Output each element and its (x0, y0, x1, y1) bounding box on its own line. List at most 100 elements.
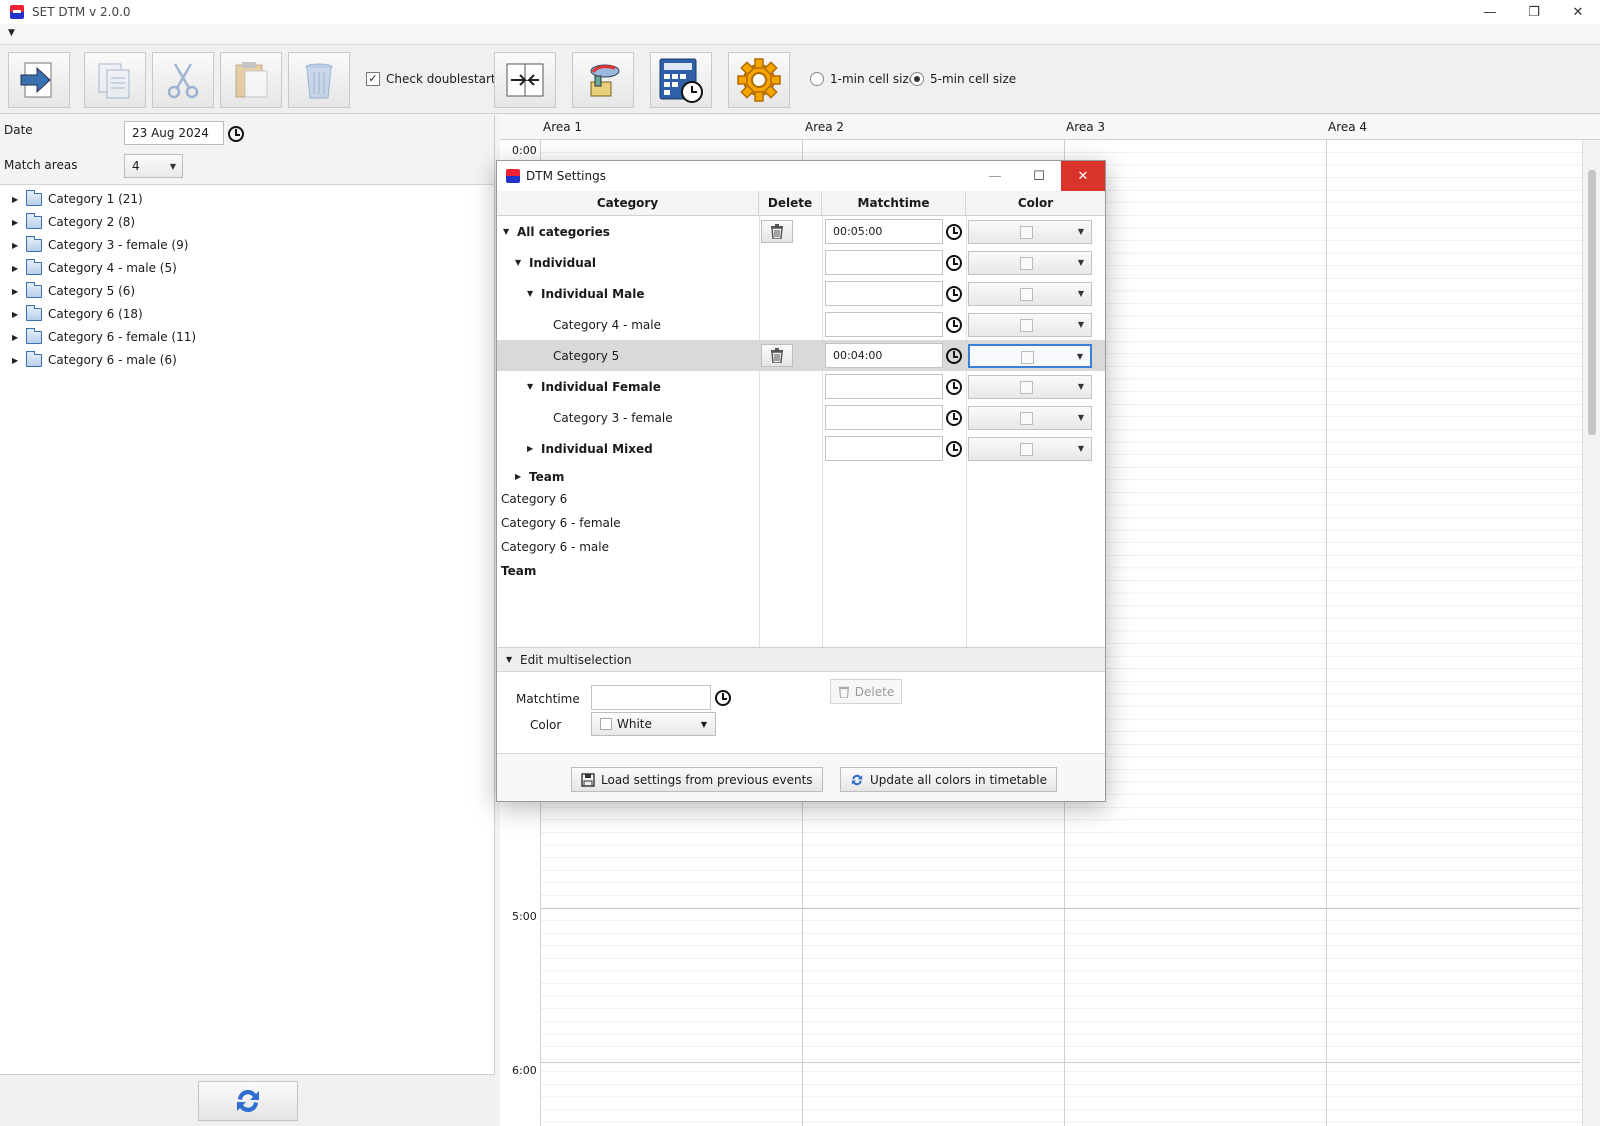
match-areas-select[interactable]: 4 ▼ (124, 154, 183, 178)
clock-icon[interactable] (946, 379, 962, 395)
matchtime-input[interactable] (825, 281, 943, 306)
column-header-matchtime[interactable]: Matchtime (822, 191, 966, 216)
dialog-minimize-button[interactable]: — (973, 161, 1017, 191)
list-item[interactable]: Team (501, 564, 536, 578)
table-row[interactable]: Category 4 - male ▼ (497, 309, 1105, 340)
clock-icon[interactable] (946, 441, 962, 457)
date-clock-icon[interactable] (228, 126, 244, 142)
matchtime-input[interactable] (825, 250, 943, 275)
color-select[interactable]: ▼ (968, 251, 1092, 275)
copy-button[interactable] (84, 52, 146, 108)
date-field[interactable]: 23 Aug 2024 (124, 121, 224, 145)
collapse-arrow-icon[interactable]: ▼ (503, 227, 511, 236)
multiselection-delete-button[interactable]: Delete (830, 679, 902, 704)
expand-arrow-icon[interactable]: ▶ (12, 195, 20, 204)
expand-arrow-icon[interactable]: ▶ (12, 356, 20, 365)
expand-arrow-icon[interactable]: ▶ (12, 287, 20, 296)
check-doublestarts-toggle[interactable]: ✓ Check doublestarts (366, 72, 502, 86)
clock-icon[interactable] (946, 255, 962, 271)
expand-arrow-icon[interactable]: ▶ (12, 310, 20, 319)
list-item[interactable]: Category 6 - male (501, 540, 609, 554)
row-delete-button[interactable] (761, 220, 793, 243)
table-row[interactable]: Category 3 - female ▼ (497, 402, 1105, 433)
close-button[interactable]: ✕ (1556, 0, 1600, 24)
list-item[interactable]: Category 6 - female (501, 516, 621, 530)
settings-dtm-button[interactable] (572, 52, 634, 108)
multiselection-color-select[interactable]: White ▼ (591, 712, 716, 736)
restore-button[interactable]: ❐ (1512, 0, 1556, 24)
table-row[interactable]: ▶ Team (497, 464, 1105, 484)
color-select[interactable]: ▼ (968, 375, 1092, 399)
expand-arrow-icon[interactable]: ▶ (515, 472, 523, 481)
collapse-arrow-icon[interactable]: ▼ (527, 382, 535, 391)
list-item[interactable]: Category 6 (501, 492, 567, 506)
column-header-color[interactable]: Color (966, 191, 1105, 216)
clock-icon[interactable] (946, 286, 962, 302)
collapse-arrow-icon[interactable]: ▼ (515, 258, 523, 267)
clock-icon[interactable] (715, 690, 731, 706)
tree-item[interactable]: ▶ Category 5 (6) (12, 281, 135, 301)
table-row[interactable]: ▼ Individual Male ▼ (497, 278, 1105, 309)
collapse-arrow-icon[interactable]: ▼ (527, 289, 535, 298)
matchtime-input[interactable] (825, 374, 943, 399)
tree-item[interactable]: ▶ Category 6 (18) (12, 304, 143, 324)
matchtime-input[interactable] (825, 312, 943, 337)
color-select[interactable]: ▼ (968, 437, 1092, 461)
column-header-category[interactable]: Category (497, 191, 759, 216)
refresh-button[interactable] (198, 1081, 298, 1121)
tree-item[interactable]: ▶ Category 3 - female (9) (12, 235, 188, 255)
row-delete-button[interactable] (761, 344, 793, 367)
swap-button[interactable] (494, 52, 556, 108)
cell-size-1min-radio[interactable] (810, 72, 824, 86)
timetable-scrollbar[interactable] (1582, 140, 1600, 1126)
expand-arrow-icon[interactable]: ▶ (527, 444, 535, 453)
load-settings-button[interactable]: Load settings from previous events (571, 767, 823, 792)
paste-button[interactable] (220, 52, 282, 108)
scrollbar-thumb[interactable] (1588, 170, 1596, 435)
cut-button[interactable] (152, 52, 214, 108)
calculate-time-button[interactable] (650, 52, 712, 108)
expand-arrow-icon[interactable]: ▶ (12, 264, 20, 273)
clock-icon[interactable] (946, 410, 962, 426)
preferences-button[interactable] (728, 52, 790, 108)
expand-arrow-icon[interactable]: ▶ (12, 241, 20, 250)
menu-dropdown-icon[interactable]: ▼ (8, 28, 15, 38)
color-select[interactable]: ▼ (968, 313, 1092, 337)
matchtime-input[interactable]: 00:04:00 (825, 343, 943, 368)
cell-size-5min-radio[interactable] (910, 72, 924, 86)
matchtime-input[interactable] (825, 405, 943, 430)
clock-icon[interactable] (946, 348, 962, 364)
multiselection-header[interactable]: ▼ Edit multiselection (497, 648, 1105, 672)
area-column[interactable] (1326, 140, 1582, 1126)
check-doublestarts-checkbox[interactable]: ✓ (366, 72, 380, 86)
clock-icon[interactable] (946, 224, 962, 240)
table-row[interactable]: ▼ All categories 00:05:00 ▼ (497, 216, 1105, 247)
dialog-maximize-button[interactable]: ☐ (1017, 161, 1061, 191)
tree-item[interactable]: ▶ Category 4 - male (5) (12, 258, 177, 278)
tree-item[interactable]: ▶ Category 1 (21) (12, 189, 143, 209)
table-row-selected[interactable]: Category 5 00:04:00 ▼ (497, 340, 1105, 371)
expand-arrow-icon[interactable]: ▶ (12, 218, 20, 227)
matchtime-input[interactable]: 00:05:00 (825, 219, 943, 244)
color-select[interactable]: ▼ (968, 344, 1092, 368)
update-colors-button[interactable]: Update all colors in timetable (840, 767, 1057, 792)
clock-icon[interactable] (946, 317, 962, 333)
color-select[interactable]: ▼ (968, 282, 1092, 306)
table-row[interactable]: ▼ Individual Female ▼ (497, 371, 1105, 402)
color-select[interactable]: ▼ (968, 220, 1092, 244)
minimize-button[interactable]: — (1468, 0, 1512, 24)
tree-item[interactable]: ▶ Category 6 - male (6) (12, 350, 177, 370)
cell-size-5min-option[interactable]: 5-min cell size (910, 72, 1016, 86)
table-row[interactable]: ▼ Individual ▼ (497, 247, 1105, 278)
cell-size-1min-option[interactable]: 1-min cell size (810, 72, 916, 86)
column-header-delete[interactable]: Delete (759, 191, 822, 216)
tree-item[interactable]: ▶ Category 2 (8) (12, 212, 135, 232)
table-row[interactable]: ▶ Individual Mixed ▼ (497, 433, 1105, 464)
tree-item[interactable]: ▶ Category 6 - female (11) (12, 327, 196, 347)
color-select[interactable]: ▼ (968, 406, 1092, 430)
dialog-close-button[interactable]: ✕ (1061, 161, 1105, 191)
expand-arrow-icon[interactable]: ▶ (12, 333, 20, 342)
delete-button[interactable] (288, 52, 350, 108)
matchtime-input[interactable] (825, 436, 943, 461)
export-button[interactable] (8, 52, 70, 108)
